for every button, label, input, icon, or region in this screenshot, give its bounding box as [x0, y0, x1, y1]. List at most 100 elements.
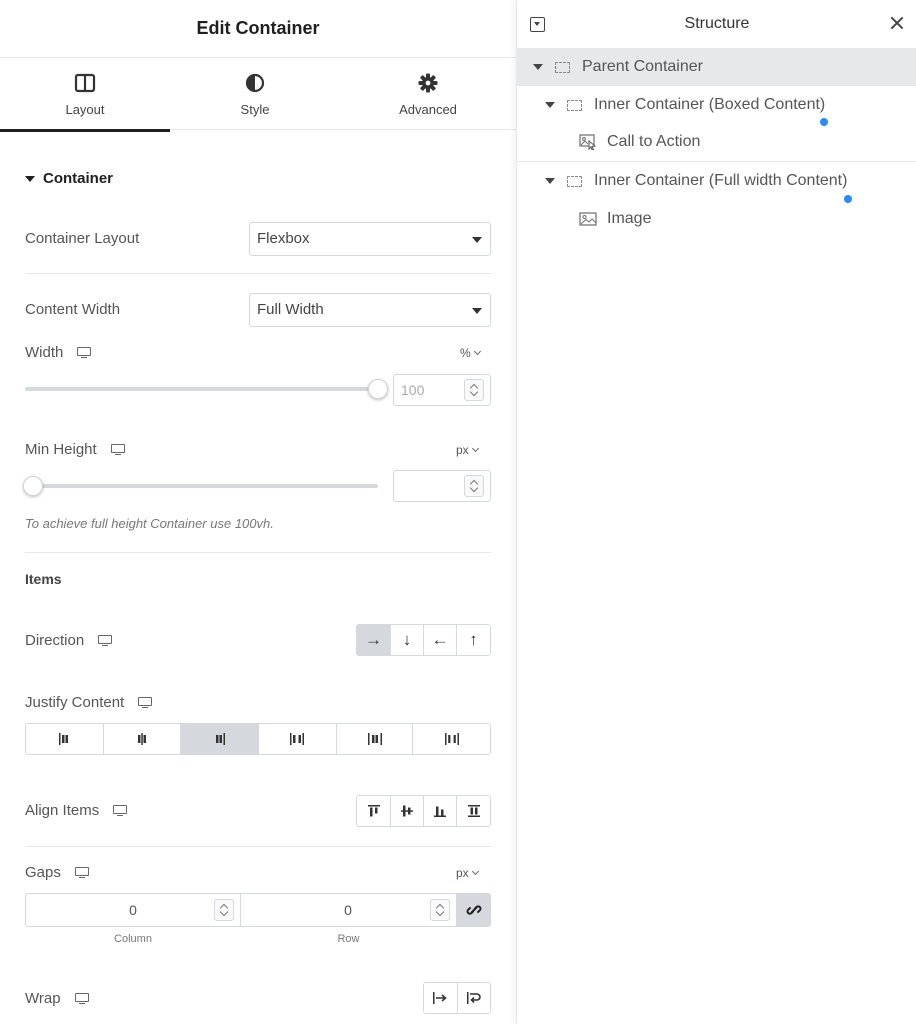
caret-down-icon[interactable] [545, 178, 555, 184]
container-section-toggle[interactable]: Container [25, 170, 113, 187]
tree-node-call-to-action[interactable]: Call to Action [517, 123, 916, 161]
width-slider-thumb[interactable] [368, 379, 388, 399]
desktop-icon[interactable] [74, 866, 89, 879]
select-arrow-icon [472, 308, 482, 314]
justify-space-around-icon [367, 733, 382, 745]
tree-node-inner-container-full-width[interactable]: Inner Container (Full width Content) [517, 162, 916, 200]
tree-node-parent-container[interactable]: Parent Container [517, 48, 916, 86]
edit-container-panel: Edit Container Layout Style Advanced Con… [0, 0, 516, 1024]
content-width-value: Full Width [257, 301, 324, 318]
justify-end-button[interactable] [181, 724, 260, 754]
justify-space-around-button[interactable] [336, 724, 414, 754]
align-stretch-icon [467, 805, 480, 817]
tree-node-image[interactable]: Image [517, 200, 916, 238]
no-wrap-button[interactable] [424, 983, 458, 1013]
justify-end-icon [215, 733, 225, 745]
tab-style[interactable]: Style [170, 58, 340, 130]
align-start-icon [367, 805, 380, 817]
min-height-unit-value: px [456, 443, 469, 457]
width-slider-track[interactable] [25, 387, 380, 391]
divider [25, 552, 491, 553]
justify-content-label-text: Justify Content [25, 694, 125, 711]
align-stretch-button[interactable] [457, 796, 490, 826]
container-layout-label-text: Container Layout [25, 230, 140, 247]
container-icon [567, 175, 582, 187]
container-layout-select[interactable]: Flexbox [249, 222, 491, 256]
gaps-label-text: Gaps [25, 864, 61, 881]
tree-node-label: Inner Container (Boxed Content) [594, 96, 826, 113]
align-center-button[interactable] [391, 796, 424, 826]
desktop-icon[interactable] [77, 346, 92, 359]
gap-column-input[interactable]: 0 [25, 893, 241, 927]
min-height-unit-select[interactable]: px [456, 443, 479, 457]
min-height-slider-thumb[interactable] [23, 476, 43, 496]
align-end-icon [434, 806, 446, 817]
tree-node-label: Parent Container [582, 58, 703, 75]
gap-row-value: 0 [344, 902, 352, 918]
content-width-label-text: Content Width [25, 301, 121, 318]
stepper-icon[interactable] [464, 379, 484, 401]
container-layout-value: Flexbox [257, 230, 310, 247]
justify-start-icon [59, 733, 69, 745]
justify-start-button[interactable] [26, 724, 104, 754]
desktop-icon[interactable] [74, 992, 89, 1005]
tree-node-inner-container-boxed[interactable]: Inner Container (Boxed Content) [517, 86, 916, 124]
caret-down-icon[interactable] [533, 64, 543, 70]
align-end-button[interactable] [424, 796, 457, 826]
justify-space-evenly-button[interactable] [413, 724, 490, 754]
direction-label-text: Direction [25, 632, 85, 649]
direction-row-button[interactable]: → [357, 625, 391, 655]
stepper-icon[interactable] [214, 899, 234, 921]
direction-column-reverse-button[interactable]: ↑ [457, 625, 490, 655]
stepper-icon[interactable] [430, 899, 450, 921]
wrap-label-text: Wrap [25, 990, 61, 1007]
gap-column-value: 0 [129, 902, 137, 918]
content-width-select[interactable]: Full Width [249, 293, 491, 327]
min-height-hint: To achieve full height Container use 100… [25, 516, 274, 531]
min-height-slider-track[interactable] [25, 484, 378, 488]
align-start-button[interactable] [357, 796, 391, 826]
width-input[interactable]: 100 [393, 374, 491, 406]
tab-bar: Layout Style Advanced [0, 58, 516, 132]
select-arrow-icon [472, 237, 482, 243]
justify-content-group [25, 723, 491, 755]
divider [25, 273, 491, 274]
tree-node-label: Inner Container (Full width Content) [594, 172, 848, 189]
link-values-button[interactable] [456, 893, 491, 927]
wrap-button[interactable] [457, 983, 490, 1013]
width-input-value: 100 [401, 382, 425, 398]
gaps-unit-select[interactable]: px [456, 866, 479, 880]
caret-down-icon [25, 175, 35, 182]
desktop-icon[interactable] [113, 804, 128, 817]
wrap-icon [466, 992, 481, 1004]
chevron-down-icon [473, 347, 481, 356]
desktop-icon[interactable] [138, 696, 153, 709]
wrap-label: Wrap [25, 990, 89, 1007]
direction-column-button[interactable]: ↓ [391, 625, 424, 655]
tab-layout[interactable]: Layout [0, 58, 170, 132]
collapse-icon[interactable] [530, 17, 545, 32]
items-heading: Items [25, 571, 62, 587]
caret-down-icon[interactable] [545, 102, 555, 108]
min-height-input[interactable] [393, 470, 491, 502]
tab-advanced[interactable]: Advanced [340, 58, 516, 130]
gap-row-input[interactable]: 0 [240, 893, 457, 927]
align-items-label: Align Items [25, 802, 128, 819]
width-unit-select[interactable]: % [460, 346, 481, 360]
justify-center-button[interactable] [103, 724, 182, 754]
desktop-icon[interactable] [110, 443, 125, 456]
justify-content-label: Justify Content [25, 694, 153, 711]
call-to-action-icon [579, 134, 597, 150]
panel-title: Edit Container [0, 0, 516, 58]
close-icon[interactable] [890, 16, 904, 30]
gap-row-caption: Row [337, 933, 360, 945]
container-icon [567, 99, 582, 111]
justify-space-between-button[interactable] [259, 724, 337, 754]
desktop-icon[interactable] [98, 634, 113, 647]
width-unit-value: % [460, 346, 471, 360]
stepper-icon[interactable] [464, 475, 484, 497]
tab-style-label: Style [240, 102, 270, 117]
align-items-group [356, 795, 491, 827]
chevron-down-icon [471, 444, 479, 453]
direction-row-reverse-button[interactable]: ← [424, 625, 457, 655]
